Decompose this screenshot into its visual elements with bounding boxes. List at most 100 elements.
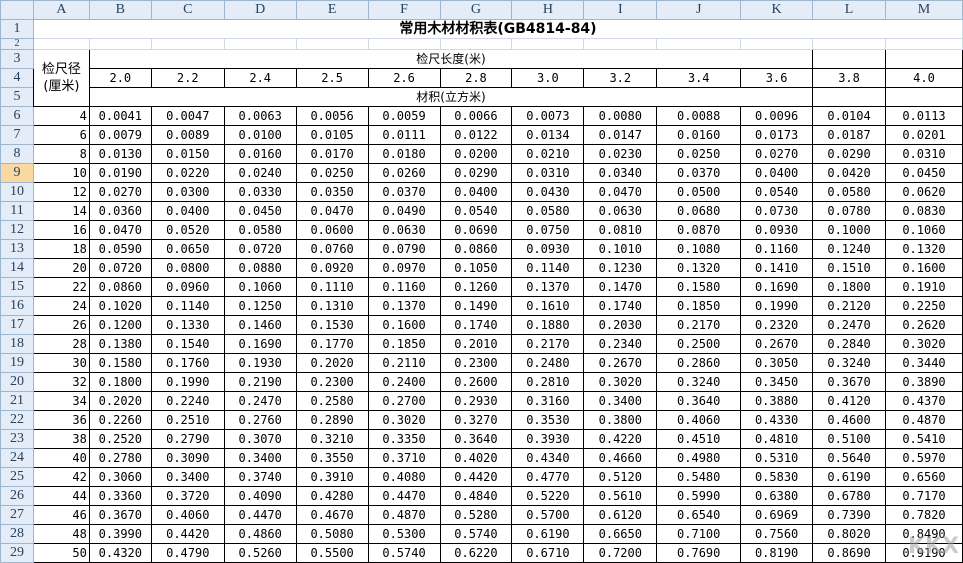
diameter-cell[interactable]: 12 — [32, 182, 90, 202]
volume-cell[interactable]: 0.2930 — [439, 391, 513, 411]
select-all-corner[interactable] — [0, 0, 34, 20]
volume-cell[interactable]: 0.0310 — [885, 144, 963, 164]
volume-cell[interactable]: 0.4090 — [223, 486, 297, 506]
row-header[interactable]: 18 — [0, 334, 34, 354]
volume-cell[interactable]: 0.3350 — [367, 429, 441, 449]
volume-cell[interactable]: 0.2400 — [367, 372, 441, 392]
volume-cell[interactable]: 0.0490 — [367, 201, 441, 221]
volume-cell[interactable]: 0.0680 — [656, 201, 742, 221]
volume-cell[interactable]: 0.2320 — [740, 315, 814, 335]
volume-cell[interactable]: 0.4340 — [511, 448, 585, 468]
volume-cell[interactable]: 0.0059 — [367, 106, 441, 126]
diameter-cell[interactable]: 4 — [32, 106, 90, 126]
volume-cell[interactable]: 0.1580 — [656, 277, 742, 297]
cell[interactable] — [812, 49, 886, 69]
column-header-A[interactable]: A — [32, 0, 90, 20]
volume-cell[interactable]: 0.1540 — [150, 334, 225, 354]
volume-cell[interactable]: 0.1690 — [740, 277, 814, 297]
diameter-cell[interactable]: 32 — [32, 372, 90, 392]
volume-cell[interactable]: 0.2250 — [885, 296, 963, 316]
volume-cell[interactable]: 0.2010 — [439, 334, 513, 354]
volume-cell[interactable]: 0.0340 — [583, 163, 658, 183]
column-header-K[interactable]: K — [740, 0, 814, 20]
volume-cell[interactable]: 0.0147 — [583, 125, 658, 145]
diameter-cell[interactable]: 38 — [32, 429, 90, 449]
diameter-cell[interactable]: 26 — [32, 315, 90, 335]
volume-cell[interactable]: 0.4420 — [439, 467, 513, 487]
volume-cell[interactable]: 0.6650 — [583, 524, 658, 544]
length-value[interactable]: 2.5 — [295, 68, 369, 88]
length-value[interactable]: 4.0 — [885, 68, 963, 88]
volume-cell[interactable]: 0.0220 — [150, 163, 225, 183]
volume-cell[interactable]: 0.2170 — [656, 315, 742, 335]
row-header[interactable]: 12 — [0, 220, 34, 240]
volume-cell[interactable]: 0.3400 — [150, 467, 225, 487]
volume-cell[interactable]: 0.1020 — [88, 296, 152, 316]
volume-cell[interactable]: 0.0187 — [812, 125, 886, 145]
volume-cell[interactable]: 0.7170 — [885, 486, 963, 506]
volume-cell[interactable]: 0.0260 — [367, 163, 441, 183]
volume-cell[interactable]: 0.3400 — [583, 391, 658, 411]
row-header[interactable]: 11 — [0, 201, 34, 221]
volume-cell[interactable]: 0.0540 — [740, 182, 814, 202]
volume-cell[interactable]: 0.0470 — [295, 201, 369, 221]
length-value[interactable]: 2.2 — [150, 68, 225, 88]
volume-cell[interactable]: 0.1160 — [367, 277, 441, 297]
volume-cell[interactable]: 0.1080 — [656, 239, 742, 259]
volume-cell[interactable]: 0.3800 — [583, 410, 658, 430]
volume-cell[interactable]: 0.2760 — [223, 410, 297, 430]
diameter-cell[interactable]: 10 — [32, 163, 90, 183]
volume-cell[interactable]: 0.0122 — [439, 125, 513, 145]
diameter-cell[interactable]: 6 — [32, 125, 90, 145]
volume-cell[interactable]: 0.4330 — [740, 410, 814, 430]
volume-cell[interactable]: 0.0630 — [583, 201, 658, 221]
volume-cell[interactable]: 0.2790 — [150, 429, 225, 449]
row-header[interactable]: 20 — [0, 372, 34, 392]
volume-cell[interactable]: 0.5480 — [656, 467, 742, 487]
volume-cell[interactable]: 0.1110 — [295, 277, 369, 297]
volume-cell[interactable]: 0.3020 — [885, 334, 963, 354]
volume-cell[interactable]: 0.0450 — [885, 163, 963, 183]
diameter-cell[interactable]: 30 — [32, 353, 90, 373]
volume-cell[interactable]: 0.5080 — [295, 524, 369, 544]
volume-cell[interactable]: 0.3740 — [223, 467, 297, 487]
volume-cell[interactable]: 0.5740 — [367, 543, 441, 563]
volume-cell[interactable]: 0.1010 — [583, 239, 658, 259]
volume-cell[interactable]: 0.2840 — [812, 334, 886, 354]
volume-cell[interactable]: 0.4120 — [812, 391, 886, 411]
volume-cell[interactable]: 0.0310 — [511, 163, 585, 183]
volume-cell[interactable]: 0.3720 — [150, 486, 225, 506]
volume-cell[interactable]: 0.4510 — [656, 429, 742, 449]
volume-cell[interactable]: 0.3450 — [740, 372, 814, 392]
volume-cell[interactable]: 0.0290 — [439, 163, 513, 183]
length-value[interactable]: 3.2 — [583, 68, 658, 88]
volume-cell[interactable]: 0.3670 — [812, 372, 886, 392]
volume-cell[interactable]: 0.0590 — [88, 239, 152, 259]
diameter-cell[interactable]: 42 — [32, 467, 90, 487]
volume-cell[interactable]: 0.1580 — [88, 353, 152, 373]
volume-cell[interactable]: 0.1490 — [439, 296, 513, 316]
diameter-cell[interactable]: 40 — [32, 448, 90, 468]
diameter-cell[interactable]: 28 — [32, 334, 90, 354]
volume-cell[interactable]: 0.1140 — [150, 296, 225, 316]
column-header-G[interactable]: G — [439, 0, 513, 20]
volume-cell[interactable]: 0.5640 — [812, 448, 886, 468]
volume-cell[interactable]: 0.3240 — [656, 372, 742, 392]
spreadsheet-grid[interactable]: ABCDEFGHIJKLM 1 常用木材材积表(GB4814-84) 2 3 检… — [0, 0, 963, 563]
volume-cell[interactable]: 0.4080 — [367, 467, 441, 487]
volume-cell[interactable]: 0.0330 — [223, 182, 297, 202]
volume-cell[interactable]: 0.0860 — [88, 277, 152, 297]
volume-cell[interactable]: 0.0370 — [367, 182, 441, 202]
volume-cell[interactable]: 0.4420 — [150, 524, 225, 544]
volume-cell[interactable]: 0.4060 — [656, 410, 742, 430]
volume-cell[interactable]: 0.6780 — [812, 486, 886, 506]
volume-cell[interactable]: 0.3530 — [511, 410, 585, 430]
volume-cell[interactable]: 0.2190 — [223, 372, 297, 392]
volume-cell[interactable]: 0.0190 — [88, 163, 152, 183]
row-header[interactable]: 9 — [0, 163, 34, 183]
volume-cell[interactable]: 0.1240 — [812, 239, 886, 259]
volume-cell[interactable]: 0.0580 — [812, 182, 886, 202]
volume-cell[interactable]: 0.9190 — [885, 543, 963, 563]
diameter-header[interactable]: 检尺径(厘米) — [32, 49, 90, 107]
volume-cell[interactable]: 0.0066 — [439, 106, 513, 126]
